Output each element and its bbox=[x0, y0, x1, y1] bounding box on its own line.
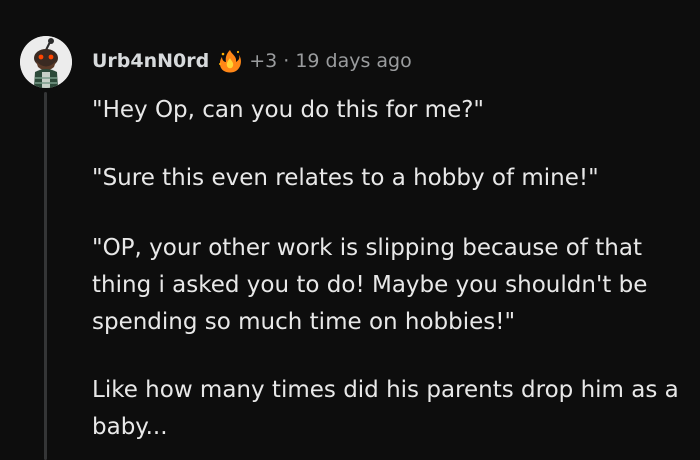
meta-separator: · bbox=[283, 50, 290, 72]
comment: Urb4nN0rd +3 · 19 days ago "Hey Op, can … bbox=[0, 0, 700, 460]
user-avatar[interactable] bbox=[20, 36, 72, 88]
comment-paragraph: "OP, your other work is slipping because… bbox=[92, 235, 648, 335]
comment-paragraph: "Hey Op, can you do this for me?" bbox=[92, 97, 485, 123]
comment-paragraph: Like how many times did his parents drop… bbox=[92, 377, 679, 440]
snoo-avatar-icon bbox=[20, 36, 72, 88]
flame-award-icon bbox=[217, 48, 243, 74]
timestamp[interactable]: 19 days ago bbox=[295, 50, 411, 72]
thread-collapse-line[interactable] bbox=[44, 92, 47, 460]
comment-header: Urb4nN0rd +3 · 19 days ago bbox=[92, 46, 412, 76]
username-link[interactable]: Urb4nN0rd bbox=[92, 50, 209, 72]
karma-count: +3 bbox=[249, 50, 278, 72]
comment-paragraph: "Sure this even relates to a hobby of mi… bbox=[92, 165, 599, 191]
